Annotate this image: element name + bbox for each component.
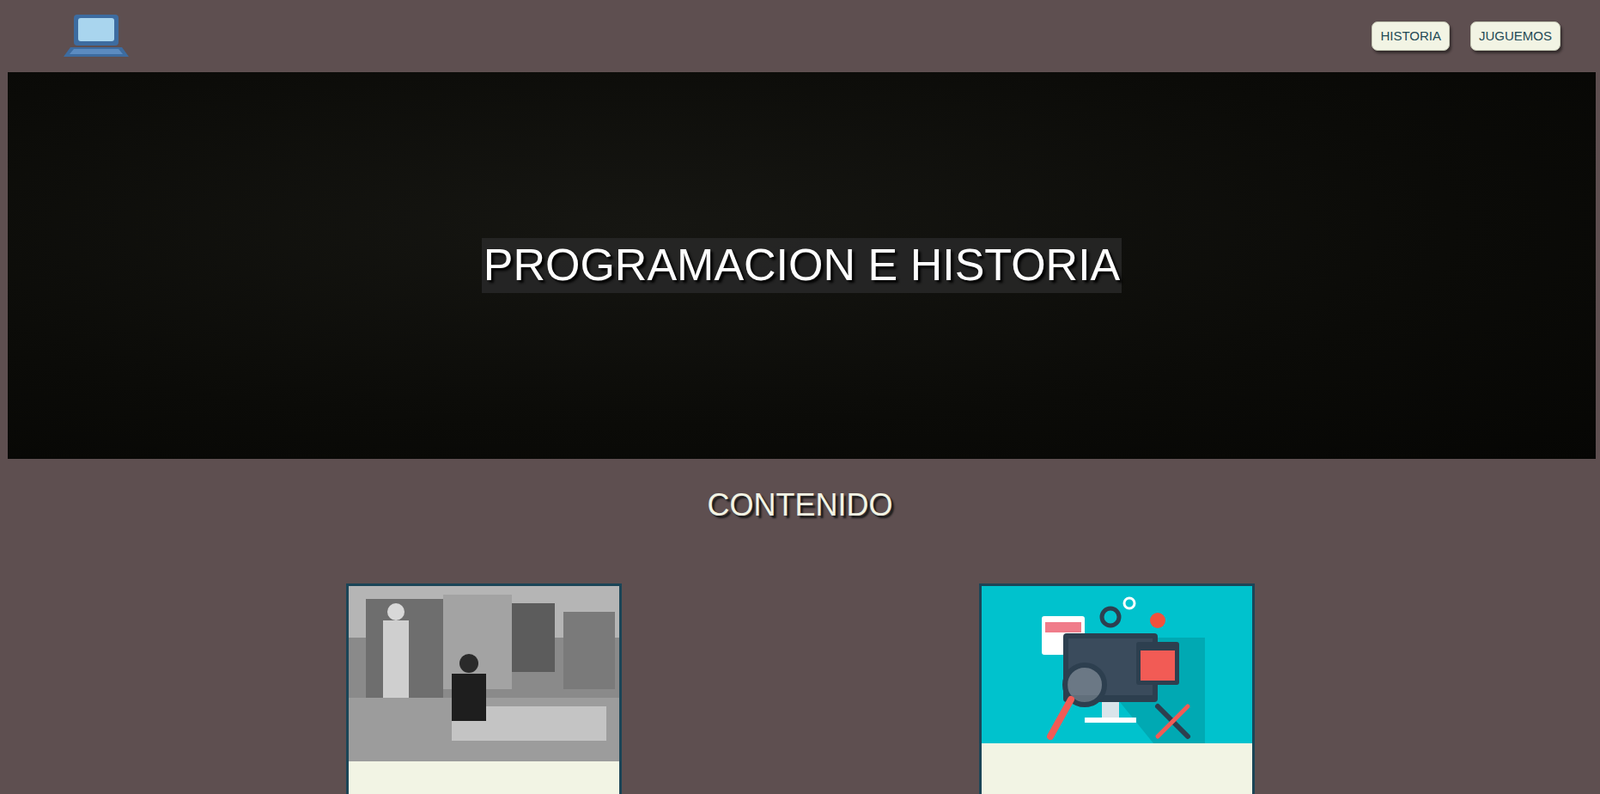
logo-icon[interactable]	[61, 11, 131, 61]
content-card[interactable]	[979, 583, 1255, 794]
hero-title: PROGRAMACION E HISTORIA	[481, 237, 1123, 293]
programming-illustration	[981, 585, 1253, 761]
card-body	[981, 760, 1253, 794]
site-header: HISTORIA JUGUEMOS	[0, 0, 1600, 73]
nav-button[interactable]: HISTORIA	[1371, 21, 1450, 51]
hero-banner: PROGRAMACION E HISTORIA	[7, 72, 1596, 459]
main-nav: HISTORIA JUGUEMOS	[1371, 21, 1561, 51]
content-card[interactable]	[346, 583, 622, 794]
card-body	[348, 760, 620, 794]
nav-button[interactable]: JUGUEMOS	[1470, 21, 1561, 51]
card-list	[0, 583, 1600, 794]
content-section: CONTENIDO	[0, 486, 1600, 794]
history-photo	[348, 585, 620, 761]
section-title: CONTENIDO	[0, 486, 1600, 524]
